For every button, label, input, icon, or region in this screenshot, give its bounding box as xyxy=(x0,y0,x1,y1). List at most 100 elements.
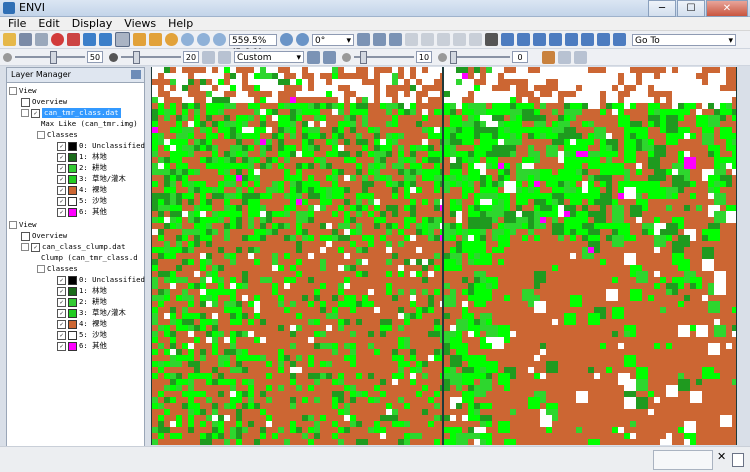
reset-stretch-icon[interactable] xyxy=(307,50,320,64)
view-node[interactable]: View xyxy=(9,86,37,96)
undo-icon[interactable] xyxy=(83,33,96,46)
menu-display[interactable]: Display xyxy=(64,17,117,30)
class-checkbox[interactable]: ✓ xyxy=(57,286,66,296)
menu-edit[interactable]: Edit xyxy=(30,17,63,30)
rotate-icon[interactable] xyxy=(165,33,178,46)
pin-icon[interactable] xyxy=(51,33,64,46)
open-file-icon[interactable] xyxy=(3,33,16,46)
class-item[interactable]: ✓ 0: Unclassified xyxy=(57,275,145,285)
rotate-left-icon[interactable] xyxy=(280,33,293,46)
save-icon[interactable] xyxy=(19,33,32,46)
expand-toggle-icon[interactable] xyxy=(37,265,45,273)
contrast-slider[interactable] xyxy=(121,51,181,64)
cursor-value-icon[interactable] xyxy=(389,33,402,46)
class-checkbox[interactable]: ✓ xyxy=(57,341,66,351)
chart-icon[interactable] xyxy=(542,50,555,64)
class-checkbox[interactable]: ✓ xyxy=(57,196,66,206)
crosshair-icon[interactable] xyxy=(67,33,80,46)
blend-icon[interactable] xyxy=(437,33,450,46)
overview-node[interactable]: Overview xyxy=(21,97,67,107)
table-icon[interactable] xyxy=(574,50,587,64)
overview-checkbox[interactable] xyxy=(21,231,30,241)
class-checkbox[interactable]: ✓ xyxy=(57,297,66,307)
class-checkbox[interactable]: ✓ xyxy=(57,163,66,173)
class-item[interactable]: ✓ 2: 耕地 xyxy=(57,297,107,307)
redo-icon[interactable] xyxy=(99,33,112,46)
expand-toggle-icon[interactable] xyxy=(21,109,29,117)
histogram-icon[interactable] xyxy=(202,50,215,64)
point-icon[interactable] xyxy=(613,33,626,46)
class-checkbox[interactable]: ✓ xyxy=(57,308,66,318)
swipe-icon[interactable] xyxy=(469,33,482,46)
class-item[interactable]: ✓ 0: Unclassified xyxy=(57,141,145,151)
class-checkbox[interactable]: ✓ xyxy=(57,207,66,217)
close-button[interactable]: ✕ xyxy=(706,0,748,17)
expand-toggle-icon[interactable] xyxy=(37,131,45,139)
print-icon[interactable] xyxy=(35,33,48,46)
minimize-button[interactable]: ─ xyxy=(648,0,676,17)
stretch-select[interactable]: Custom ▾ xyxy=(234,51,304,63)
layer-icon[interactable] xyxy=(558,50,571,64)
stretch-settings-icon[interactable] xyxy=(323,50,336,64)
class-item[interactable]: ✓ 6: 其他 xyxy=(57,207,107,217)
sharpen-slider[interactable] xyxy=(354,51,414,64)
goto-select[interactable]: Go To ▾ xyxy=(632,33,736,46)
class-checkbox[interactable]: ✓ xyxy=(57,275,66,285)
keyboard-icon[interactable] xyxy=(485,33,498,46)
chip-icon[interactable] xyxy=(421,33,434,46)
transparency-slider[interactable] xyxy=(450,51,510,64)
transparency-value[interactable]: 0 xyxy=(512,51,528,63)
roi-icon[interactable] xyxy=(565,33,578,46)
zoom-in-icon[interactable] xyxy=(197,33,210,46)
vector-icon[interactable] xyxy=(549,33,562,46)
class-checkbox[interactable]: ✓ xyxy=(57,330,66,340)
polyline-icon[interactable] xyxy=(597,33,610,46)
class-checkbox[interactable]: ✓ xyxy=(57,141,66,151)
select-arrow-icon[interactable] xyxy=(115,32,130,47)
zoom-select[interactable]: 559.5% (5.6:1) xyxy=(229,33,277,58)
sharpen-value[interactable]: 10 xyxy=(416,51,432,63)
class-item[interactable]: ✓ 2: 耕地 xyxy=(57,163,107,173)
class-item[interactable]: ✓ 1: 林地 xyxy=(57,152,107,162)
zoom-icon[interactable] xyxy=(181,33,194,46)
crosshairs-icon[interactable] xyxy=(501,33,514,46)
overview-checkbox[interactable] xyxy=(21,97,30,107)
class-item[interactable]: ✓ 1: 林地 xyxy=(57,286,107,296)
class-checkbox[interactable]: ✓ xyxy=(57,174,66,184)
zoom-out-icon[interactable] xyxy=(213,33,226,46)
expand-toggle-icon[interactable] xyxy=(21,243,29,251)
class-item[interactable]: ✓ 4: 裸地 xyxy=(57,319,107,329)
menu-file[interactable]: File xyxy=(0,17,30,30)
pin-icon[interactable] xyxy=(131,70,141,79)
classes-node[interactable]: Classes xyxy=(37,130,78,140)
view-right[interactable] xyxy=(444,67,736,445)
flicker-icon[interactable] xyxy=(453,33,466,46)
layer-checkbox[interactable]: ✓ xyxy=(31,242,40,252)
polygon-icon[interactable] xyxy=(581,33,594,46)
view-link-icon[interactable] xyxy=(373,33,386,46)
class-item[interactable]: ✓ 6: 其他 xyxy=(57,341,107,351)
class-checkbox[interactable]: ✓ xyxy=(57,185,66,195)
file-layer-node[interactable]: ✓ can_tmr_class.dat xyxy=(21,108,121,118)
status-window-icon[interactable] xyxy=(732,453,744,467)
refresh-icon[interactable] xyxy=(357,33,370,46)
class-checkbox[interactable]: ✓ xyxy=(57,152,66,162)
status-close-icon[interactable]: ✕ xyxy=(717,450,726,463)
class-item[interactable]: ✓ 5: 沙地 xyxy=(57,196,107,206)
view-left[interactable] xyxy=(152,67,442,445)
class-item[interactable]: ✓ 3: 草地/灌木 xyxy=(57,174,126,184)
expand-toggle-icon[interactable] xyxy=(9,221,17,229)
file-layer-node[interactable]: ✓ can_class_clump.dat xyxy=(21,242,125,252)
class-item[interactable]: ✓ 3: 草地/灌木 xyxy=(57,308,126,318)
maximize-button[interactable]: ☐ xyxy=(677,0,705,17)
rotate-right-icon[interactable] xyxy=(296,33,309,46)
measure-icon[interactable] xyxy=(517,33,530,46)
menu-views[interactable]: Views xyxy=(116,17,160,30)
brightness-value[interactable]: 50 xyxy=(87,51,103,63)
annotation-icon[interactable] xyxy=(533,33,546,46)
contrast-value[interactable]: 20 xyxy=(183,51,199,63)
fly-icon[interactable] xyxy=(149,33,162,46)
layer-checkbox[interactable]: ✓ xyxy=(31,108,40,118)
rotation-select[interactable]: 0° ▾ xyxy=(312,33,354,46)
overview-node[interactable]: Overview xyxy=(21,231,67,241)
